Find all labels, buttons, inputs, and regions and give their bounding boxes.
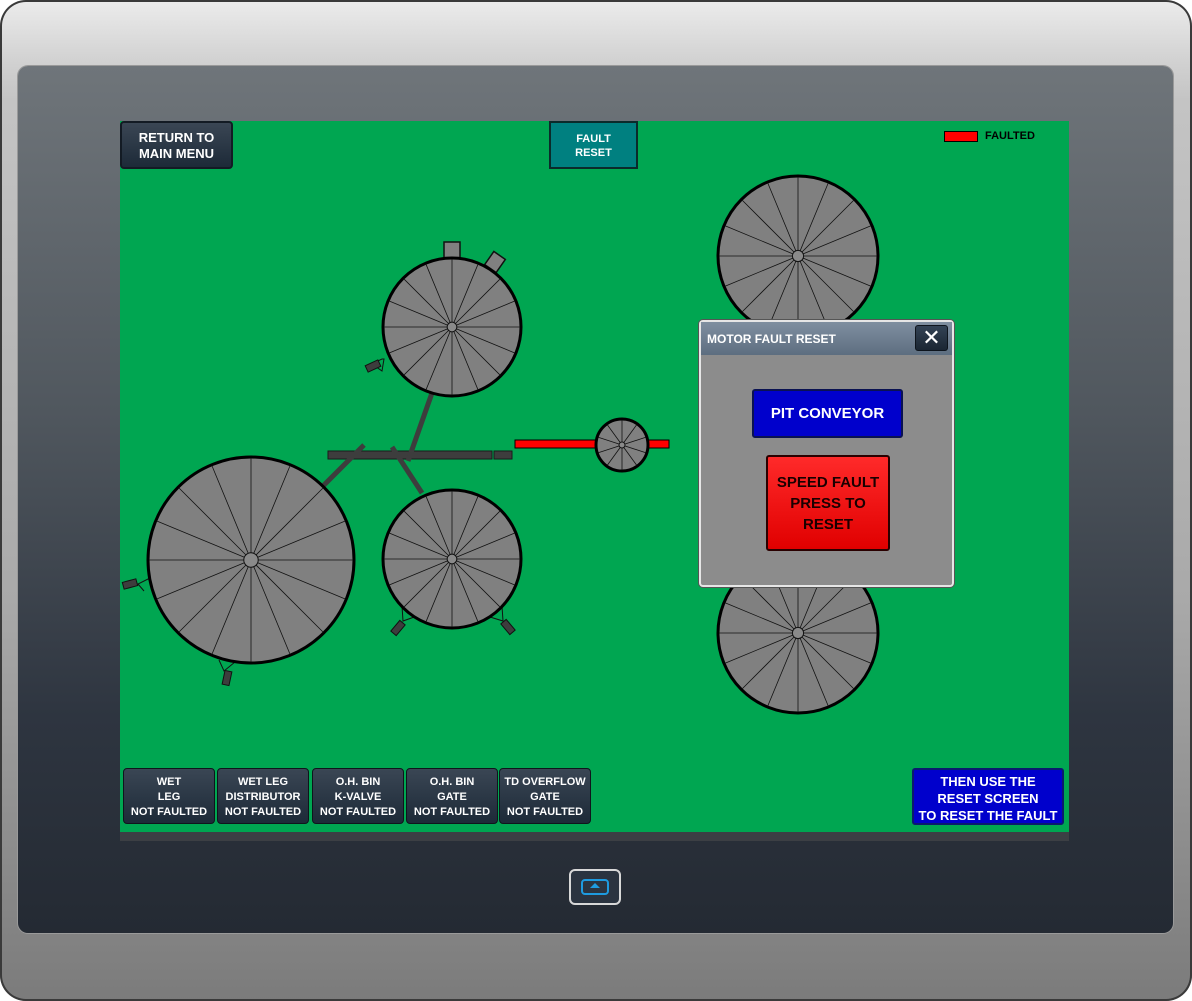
status-label: GATE bbox=[530, 791, 560, 803]
status-button-oh-bin-gate[interactable]: O.H. BIN GATE NOT FAULTED bbox=[406, 768, 498, 824]
right-upper-bin-hub bbox=[791, 249, 805, 263]
dialog-title: MOTOR FAULT RESET bbox=[707, 332, 836, 346]
status-button-td-overflow-gate[interactable]: TD OVERFLOW GATE NOT FAULTED bbox=[499, 768, 591, 824]
large-bin-hub bbox=[243, 552, 259, 568]
instruction-line2: RESET SCREEN bbox=[937, 791, 1039, 806]
return-button-line2: MAIN MENU bbox=[138, 146, 215, 161]
status-label: WET bbox=[156, 776, 182, 788]
status-value: NOT FAULTED bbox=[224, 806, 302, 818]
device-home-button[interactable] bbox=[569, 869, 621, 905]
eject-icon bbox=[581, 879, 609, 895]
close-icon: ✕ bbox=[922, 325, 941, 350]
pipe-stub bbox=[493, 450, 513, 460]
status-label: WET LEG bbox=[237, 776, 289, 788]
status-label: LEG bbox=[157, 791, 181, 803]
lower-bin-valve-left bbox=[390, 619, 406, 637]
right-lower-bin-hub bbox=[791, 626, 805, 640]
status-label: O.H. BIN bbox=[429, 776, 475, 788]
status-value: NOT FAULTED bbox=[130, 806, 208, 818]
status-value: NOT FAULTED bbox=[506, 806, 584, 818]
legend-faulted-swatch bbox=[944, 131, 978, 142]
fault-reset-button[interactable]: FAULT RESET bbox=[549, 121, 638, 169]
top-bin-valve bbox=[364, 359, 382, 373]
status-label: O.H. BIN bbox=[335, 776, 381, 788]
status-button-wet-leg-distributor[interactable]: WET LEG DISTRIBUTOR NOT FAULTED bbox=[217, 768, 309, 824]
motor-fault-reset-dialog: MOTOR FAULT RESET ✕ PIT CONVEYOR SPEED F… bbox=[699, 320, 954, 587]
status-button-oh-bin-k-valve[interactable]: O.H. BIN K-VALVE NOT FAULTED bbox=[312, 768, 404, 824]
dialog-title-bar[interactable]: MOTOR FAULT RESET ✕ bbox=[701, 322, 952, 355]
pit-conveyor-motor-hub bbox=[618, 441, 626, 449]
status-value: NOT FAULTED bbox=[413, 806, 491, 818]
status-label: TD OVERFLOW bbox=[504, 776, 586, 788]
status-label: K-VALVE bbox=[334, 791, 382, 803]
top-bin-hub bbox=[446, 321, 458, 333]
legend-faulted-label: FAULTED bbox=[985, 130, 1035, 142]
large-bin-valve-left bbox=[121, 578, 139, 590]
fault-reset-line1: FAULT bbox=[576, 133, 611, 145]
status-button-wet-leg[interactable]: WET LEG NOT FAULTED bbox=[123, 768, 215, 824]
return-button-line1: RETURN TO bbox=[138, 130, 215, 145]
screen-bottom-strip bbox=[120, 832, 1069, 841]
large-bin-valve-bottom bbox=[221, 669, 233, 687]
lower-bin-hub bbox=[446, 553, 458, 565]
pit-conveyor-button[interactable]: PIT CONVEYOR bbox=[752, 389, 903, 438]
top-bin-inlet bbox=[443, 241, 461, 259]
lower-bin-valve-right bbox=[500, 618, 516, 636]
fault-reset-line2: RESET bbox=[575, 147, 612, 159]
faulted-conveyor-left bbox=[514, 439, 603, 449]
fault-button-line2: PRESS TO bbox=[790, 495, 866, 512]
status-label: DISTRIBUTOR bbox=[225, 791, 301, 803]
return-main-menu-button[interactable]: RETURN TO MAIN MENU bbox=[120, 121, 233, 169]
instruction-line3: TO RESET THE FAULT bbox=[918, 808, 1058, 823]
fault-button-line1: SPEED FAULT bbox=[776, 474, 880, 491]
status-label: GATE bbox=[437, 791, 467, 803]
speed-fault-reset-button[interactable]: SPEED FAULT PRESS TO RESET bbox=[766, 455, 890, 551]
fault-button-line3: RESET bbox=[802, 516, 853, 533]
status-value: NOT FAULTED bbox=[319, 806, 397, 818]
reset-instruction-banner: THEN USE THE RESET SCREEN TO RESET THE F… bbox=[912, 768, 1064, 825]
instruction-line1: THEN USE THE bbox=[940, 774, 1036, 789]
close-button[interactable]: ✕ bbox=[915, 325, 948, 351]
faulted-conveyor-right bbox=[647, 439, 670, 449]
